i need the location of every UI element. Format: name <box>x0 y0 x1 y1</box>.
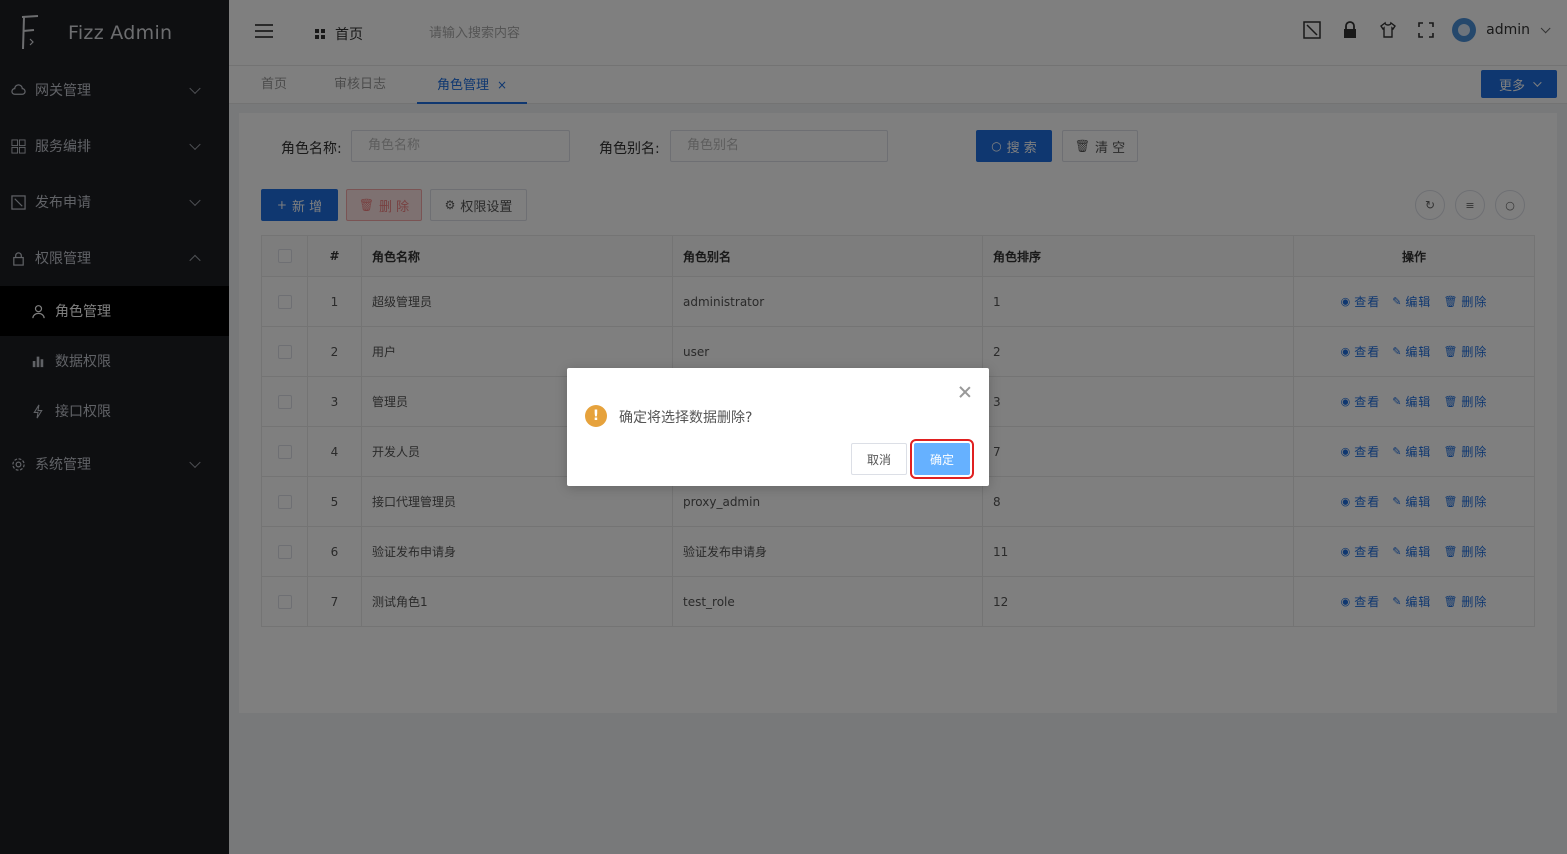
cancel-button[interactable]: 取消 <box>851 443 907 475</box>
confirm-button[interactable]: 确定 <box>910 439 974 479</box>
close-icon[interactable] <box>959 386 971 398</box>
dialog-message: 确定将选择数据删除? <box>619 410 753 426</box>
confirm-dialog: ! 确定将选择数据删除? 取消 确定 <box>567 368 989 486</box>
warning-icon: ! <box>585 405 607 427</box>
